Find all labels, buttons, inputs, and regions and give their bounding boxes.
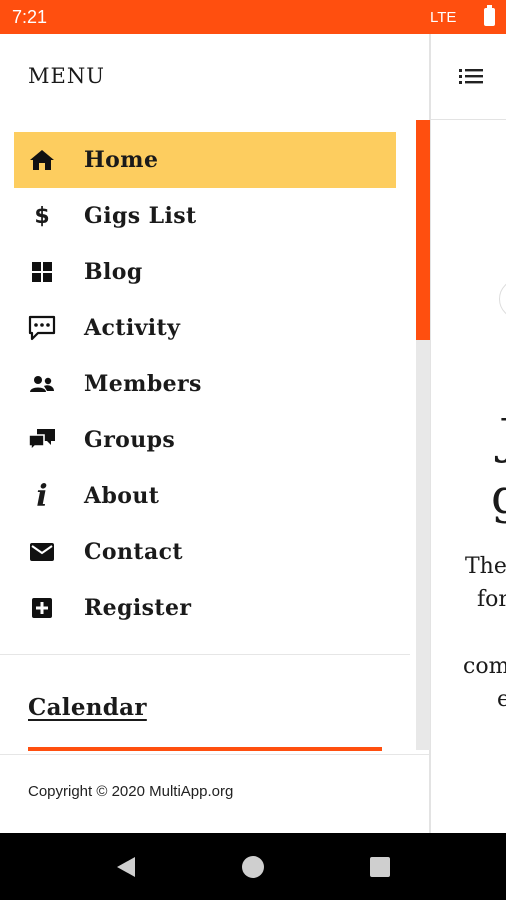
recents-square-icon	[370, 856, 390, 877]
home-circle-icon	[242, 855, 264, 878]
menu-item-label: Blog	[84, 259, 143, 285]
drawer-title: MENU	[28, 64, 105, 88]
menu-item-label: Groups	[84, 427, 176, 453]
info-icon: i	[36, 478, 48, 514]
system-navigation-bar	[0, 833, 506, 900]
chat-icon	[14, 300, 70, 356]
status-bar: 7:21 LTE	[0, 0, 506, 34]
page-top-bar	[431, 34, 506, 120]
calendar-accent-bar	[28, 747, 382, 751]
dollar-icon: $	[34, 203, 50, 229]
menu-item-groups[interactable]: Groups	[14, 412, 396, 468]
menu-item-about[interactable]: i About	[14, 468, 396, 524]
drawer-footer: Copyright © 2020 MultiApp.org	[0, 754, 429, 833]
grid-icon	[14, 244, 70, 300]
drawer-scrollbar-thumb[interactable]	[416, 120, 430, 340]
menu-item-home[interactable]: Home	[14, 132, 396, 188]
network-indicator: LTE	[430, 9, 457, 26]
menu-item-label: Members	[84, 371, 202, 397]
list-menu-icon[interactable]	[459, 64, 485, 88]
page-text-fragment: for	[477, 587, 506, 612]
home-icon	[14, 132, 70, 188]
page-heading-fragment: J	[499, 409, 506, 465]
menu-item-activity[interactable]: Activity	[14, 300, 396, 356]
groups-icon	[14, 412, 70, 468]
page-text-fragment: com	[463, 654, 506, 679]
menu-item-label: Home	[84, 147, 159, 173]
menu-item-label: Register	[84, 595, 192, 621]
menu-item-label: Activity	[84, 315, 181, 341]
drawer-menu: Home $ Gigs List Blog Activity Members G…	[0, 132, 410, 636]
page-heading-fragment: g	[491, 469, 506, 525]
back-icon	[117, 856, 135, 877]
back-button[interactable]	[96, 833, 156, 900]
menu-item-label: About	[84, 483, 160, 509]
page-circle-graphic	[499, 279, 506, 319]
recents-button[interactable]	[350, 833, 410, 900]
mail-icon	[14, 524, 70, 580]
calendar-link[interactable]: Calendar	[28, 694, 147, 721]
menu-item-label: Gigs List	[84, 203, 197, 229]
menu-item-register[interactable]: Register	[14, 580, 396, 636]
background-page: J g The for com e	[430, 34, 506, 833]
navigation-drawer: MENU Home $ Gigs List Blog Activity Memb…	[0, 34, 430, 833]
menu-item-gigs-list[interactable]: $ Gigs List	[14, 188, 396, 244]
copyright-text: Copyright © 2020 MultiApp.org	[28, 783, 234, 800]
battery-icon	[484, 5, 495, 26]
page-text-fragment: The	[465, 554, 506, 579]
home-button[interactable]	[223, 833, 283, 900]
menu-item-members[interactable]: Members	[14, 356, 396, 412]
plus-box-icon	[14, 580, 70, 636]
menu-item-contact[interactable]: Contact	[14, 524, 396, 580]
drawer-divider	[0, 654, 410, 655]
page-text-fragment: e	[497, 687, 506, 712]
menu-item-label: Contact	[84, 539, 183, 565]
status-time: 7:21	[12, 7, 48, 27]
members-icon	[14, 356, 70, 412]
menu-item-blog[interactable]: Blog	[14, 244, 396, 300]
